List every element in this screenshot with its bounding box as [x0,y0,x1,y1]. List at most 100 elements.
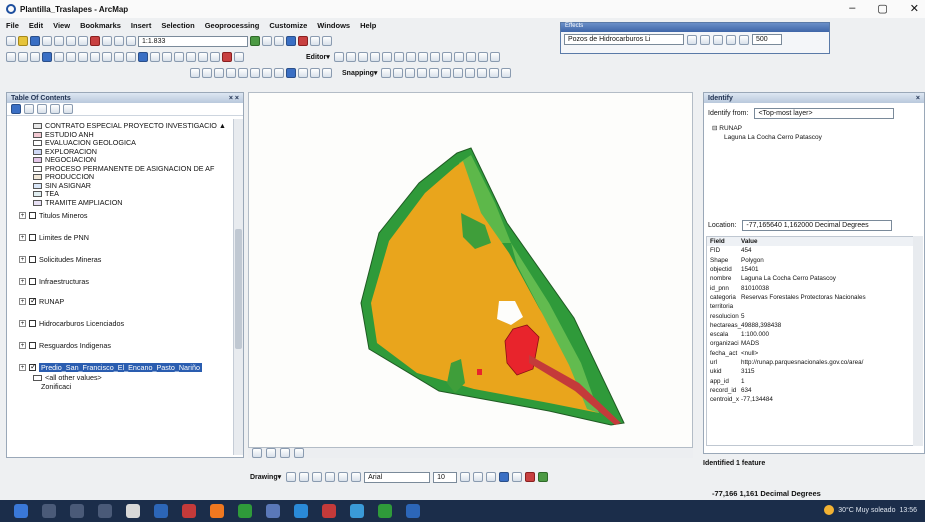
fixed-zoom-out-icon[interactable] [66,52,76,62]
toc-row[interactable]: PRODUCCION [33,172,94,181]
delete-icon[interactable] [90,36,100,46]
create-features-icon[interactable] [489,52,500,62]
attribute-row[interactable]: categoria Reservas Forestales Protectoras… [707,293,913,302]
attribute-row[interactable]: url http://runap.parquesnacionales.gov.co… [707,358,913,367]
edit-vertices-icon[interactable] [405,52,416,62]
parcel-icon[interactable] [477,68,488,78]
identify-tree-root[interactable]: ⊟ RUNAP [712,124,924,133]
sketch-properties-icon[interactable] [477,52,488,62]
table-icon[interactable] [298,68,308,78]
map-canvas[interactable] [249,93,693,448]
geometric-network-icon[interactable] [489,68,500,78]
legend-swatch[interactable] [33,374,42,381]
map-display[interactable] [248,92,693,448]
menu-bookmarks[interactable]: Bookmarks [80,21,121,30]
photos-icon[interactable] [350,504,364,518]
toc-row[interactable]: + Limites de PNN [19,233,89,242]
toc-row[interactable]: + Titulos Mineros [19,211,87,220]
python-icon[interactable] [310,36,320,46]
viewer-icon[interactable] [234,52,244,62]
attribute-row[interactable]: id_pnn 81010038 [707,283,913,292]
print-icon[interactable] [42,36,52,46]
point-snapping-icon[interactable] [381,68,392,78]
clock[interactable]: 13:56 [899,507,917,514]
versioning-icon[interactable] [501,68,512,78]
weather-icon[interactable] [824,505,835,515]
attributes-icon[interactable] [465,52,476,62]
legend-swatch[interactable] [33,190,42,197]
forward-extent-icon[interactable] [90,52,100,62]
open-icon[interactable] [18,36,28,46]
toc-row[interactable]: NEGOCIACION [33,155,96,164]
maximize-icon[interactable]: ▢ [877,2,887,15]
list-by-selection-icon[interactable] [50,104,60,114]
legend-swatch[interactable] [33,156,42,163]
edit-tool-icon[interactable] [333,52,344,62]
graph-icon[interactable] [310,68,320,78]
contrast-effect-icon[interactable] [687,34,697,45]
modelbuilder-icon[interactable] [322,36,332,46]
reshape-icon[interactable] [417,52,428,62]
font-select[interactable]: Arial [364,471,431,483]
task-view-icon[interactable] [98,504,112,518]
list-by-drawing-order-icon[interactable] [11,104,21,114]
transparency-effect-icon[interactable] [713,34,723,45]
menu-edit[interactable]: Edit [29,21,43,30]
menu-selection[interactable]: Selection [161,21,194,30]
search-window-icon[interactable] [286,36,296,46]
transparency-icon[interactable] [262,68,272,78]
drawing-menu[interactable]: Drawing▾ [250,473,281,481]
flicker-icon[interactable] [238,68,248,78]
new-icon[interactable] [6,36,16,46]
cut-polygons-icon[interactable] [429,52,440,62]
toc-row[interactable]: TEA [33,189,59,198]
arcgis-pro-icon[interactable] [182,504,196,518]
arctoolbox-icon[interactable] [298,36,308,46]
font-color-icon[interactable] [499,472,510,482]
layer-visibility-checkbox[interactable] [29,278,36,285]
arcmap-taskbar-icon[interactable] [154,504,168,518]
end-snapping-icon[interactable] [393,68,404,78]
fill-color-icon[interactable] [512,472,523,482]
toc-close-icon[interactable]: × × [229,95,239,102]
legend-swatch[interactable] [33,148,42,155]
time-slider-icon[interactable] [222,52,232,62]
zoom-whole-page-icon[interactable] [312,472,323,482]
font-size-select[interactable]: 10 [433,471,458,483]
attribute-row[interactable]: objectid 15401 [707,265,913,274]
chrome-icon[interactable] [210,504,224,518]
find-route-icon[interactable] [198,52,208,62]
close-icon[interactable]: ✕ [910,2,919,15]
georef-icon[interactable] [190,68,200,78]
expand-icon[interactable]: + [19,298,26,305]
back-extent-icon[interactable] [78,52,88,62]
refresh-icon[interactable] [280,448,290,458]
toc-row[interactable]: + Infraestructuras [19,277,89,286]
identify-scrollbar[interactable] [913,236,923,446]
location-field[interactable]: -77,165640 1,162000 Decimal Degrees [742,220,893,231]
legend-swatch[interactable] [33,173,42,180]
layer-visibility-checkbox[interactable] [29,320,36,327]
word-icon[interactable] [406,504,420,518]
save-icon[interactable] [30,36,40,46]
expand-icon[interactable]: + [19,212,26,219]
tin-icon[interactable] [441,68,452,78]
edge-snapping-icon[interactable] [417,68,428,78]
toc-row[interactable]: TRAMITE AMPLIACION [33,198,122,207]
attribute-row[interactable]: hectareas_ 49888,398438 [707,321,913,330]
identify-close-icon[interactable]: × [916,95,920,102]
legend-swatch[interactable] [33,182,42,189]
layer-visibility-checkbox[interactable] [29,342,36,349]
cortana-icon[interactable] [70,504,84,518]
paste-icon[interactable] [78,36,88,46]
security-app-icon[interactable] [126,504,140,518]
swipe-icon[interactable] [226,68,236,78]
flicker-rate-input[interactable]: 500 [752,34,782,45]
menu-help[interactable]: Help [360,21,376,30]
layer-icon[interactable] [214,68,224,78]
add-data-icon[interactable] [126,36,136,46]
data-view-icon[interactable] [252,448,262,458]
excel-icon[interactable] [238,504,252,518]
expand-icon[interactable]: + [19,256,26,263]
map-scale-select[interactable]: 1:1.833 [138,35,248,47]
